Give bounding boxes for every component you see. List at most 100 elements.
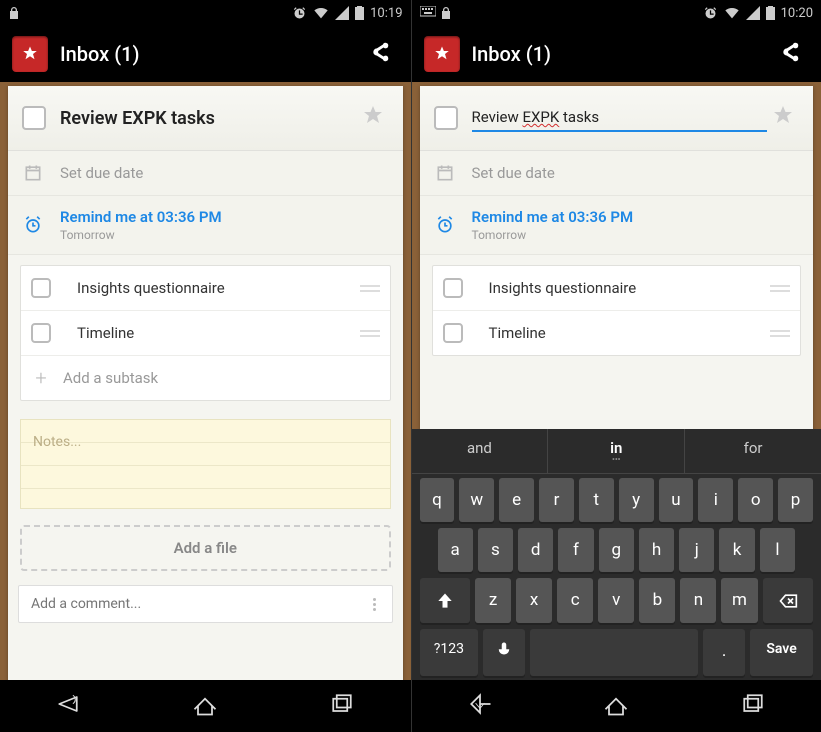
subtask-checkbox[interactable] — [443, 323, 463, 343]
key-j[interactable]: j — [679, 528, 714, 572]
key-save[interactable]: Save — [750, 629, 813, 676]
subtask-row[interactable]: Timeline — [433, 311, 801, 355]
key-q[interactable]: q — [420, 478, 455, 522]
key-o[interactable]: o — [738, 478, 773, 522]
wifi-icon — [313, 6, 329, 20]
key-b[interactable]: b — [639, 578, 675, 623]
suggestion[interactable]: for — [685, 429, 821, 473]
key-y[interactable]: y — [619, 478, 654, 522]
reminder-row[interactable]: Remind me at 03:36 PM Tomorrow — [8, 196, 403, 255]
task-title-input[interactable]: Review EXPK tasks — [472, 104, 768, 132]
subtasks-list: Insights questionnaire Timeline — [432, 265, 802, 356]
key-backspace[interactable] — [763, 578, 814, 623]
battery-icon — [766, 6, 775, 20]
recents-button[interactable] — [328, 690, 356, 722]
star-button[interactable] — [357, 100, 389, 136]
key-mic[interactable] — [483, 629, 525, 676]
task-checkbox[interactable] — [22, 106, 46, 130]
due-date-row[interactable]: Set due date — [420, 151, 814, 196]
drag-handle-icon[interactable] — [360, 285, 380, 292]
recents-button[interactable] — [739, 690, 767, 722]
key-shift[interactable] — [420, 578, 471, 623]
app-icon[interactable] — [424, 36, 460, 72]
key-u[interactable]: u — [659, 478, 694, 522]
key-f[interactable]: f — [558, 528, 593, 572]
overflow-icon[interactable] — [369, 598, 380, 611]
app-icon[interactable] — [12, 36, 48, 72]
app-bar: Inbox (1) — [0, 26, 411, 82]
add-subtask-row[interactable]: + Add a subtask — [21, 356, 390, 400]
home-button[interactable] — [191, 690, 219, 722]
alarm-icon — [292, 6, 307, 21]
key-z[interactable]: z — [475, 578, 511, 623]
page-title: Inbox (1) — [60, 42, 349, 66]
subtask-row[interactable]: Timeline — [21, 311, 390, 356]
key-d[interactable]: d — [518, 528, 553, 572]
subtask-checkbox[interactable] — [31, 323, 51, 343]
task-header: Review EXPK tasks — [420, 86, 814, 151]
nav-bar — [412, 680, 821, 732]
key-g[interactable]: g — [599, 528, 634, 572]
signal-icon — [746, 6, 760, 20]
suggestion[interactable]: in — [548, 429, 685, 473]
due-date-label: Set due date — [472, 164, 555, 182]
home-button[interactable] — [602, 690, 630, 722]
key-t[interactable]: t — [579, 478, 614, 522]
key-r[interactable]: r — [539, 478, 574, 522]
notes-field[interactable]: Notes... — [20, 419, 391, 509]
notes-placeholder: Notes... — [33, 434, 378, 450]
key-l[interactable]: l — [760, 528, 795, 572]
task-detail-content: Review EXPK tasks Set due date Remind me… — [0, 82, 411, 680]
key-c[interactable]: c — [557, 578, 593, 623]
task-title[interactable]: Review EXPK tasks — [60, 108, 357, 129]
lock-icon — [8, 6, 20, 20]
drag-handle-icon[interactable] — [770, 330, 790, 337]
share-button[interactable] — [771, 33, 809, 75]
key-h[interactable]: h — [639, 528, 674, 572]
key-x[interactable]: x — [516, 578, 552, 623]
key-k[interactable]: k — [719, 528, 754, 572]
subtask-label: Insights questionnaire — [489, 279, 759, 297]
nav-bar — [0, 680, 411, 732]
subtask-label: Timeline — [77, 324, 348, 342]
suggestion[interactable]: and — [412, 429, 549, 473]
subtask-row[interactable]: Insights questionnaire — [21, 266, 390, 311]
reminder-row[interactable]: Remind me at 03:36 PM Tomorrow — [420, 196, 814, 255]
key-s[interactable]: s — [478, 528, 513, 572]
signal-icon — [335, 6, 349, 20]
key-m[interactable]: m — [721, 578, 757, 623]
battery-icon — [355, 6, 364, 20]
subtask-checkbox[interactable] — [31, 278, 51, 298]
back-button[interactable] — [466, 690, 494, 722]
keyboard-notif-icon — [420, 6, 436, 20]
subtask-row[interactable]: Insights questionnaire — [433, 266, 801, 311]
key-e[interactable]: e — [499, 478, 534, 522]
back-button[interactable] — [54, 690, 82, 722]
status-time: 10:19 — [370, 6, 402, 21]
key-space[interactable] — [530, 629, 698, 676]
share-button[interactable] — [361, 33, 399, 75]
subtask-checkbox[interactable] — [443, 278, 463, 298]
key-n[interactable]: n — [680, 578, 716, 623]
key-a[interactable]: a — [438, 528, 473, 572]
alarm-clock-icon — [434, 215, 456, 235]
task-checkbox[interactable] — [434, 106, 458, 130]
due-date-row[interactable]: Set due date — [8, 151, 403, 196]
key-w[interactable]: w — [459, 478, 494, 522]
lock-icon — [440, 6, 452, 20]
key-p[interactable]: p — [778, 478, 813, 522]
comment-input[interactable] — [31, 596, 369, 612]
drag-handle-icon[interactable] — [360, 330, 380, 337]
key-v[interactable]: v — [598, 578, 634, 623]
key-i[interactable]: i — [698, 478, 733, 522]
key-symbols[interactable]: ?123 — [420, 629, 479, 676]
alarm-clock-icon — [22, 215, 44, 235]
app-bar: Inbox (1) — [412, 26, 821, 82]
subtasks-list: Insights questionnaire Timeline + Add a … — [20, 265, 391, 401]
star-button[interactable] — [767, 100, 799, 136]
key-period[interactable]: . — [703, 629, 745, 676]
due-date-label: Set due date — [60, 164, 143, 182]
add-file-button[interactable]: Add a file — [20, 525, 391, 571]
drag-handle-icon[interactable] — [770, 285, 790, 292]
page-title: Inbox (1) — [472, 42, 760, 66]
